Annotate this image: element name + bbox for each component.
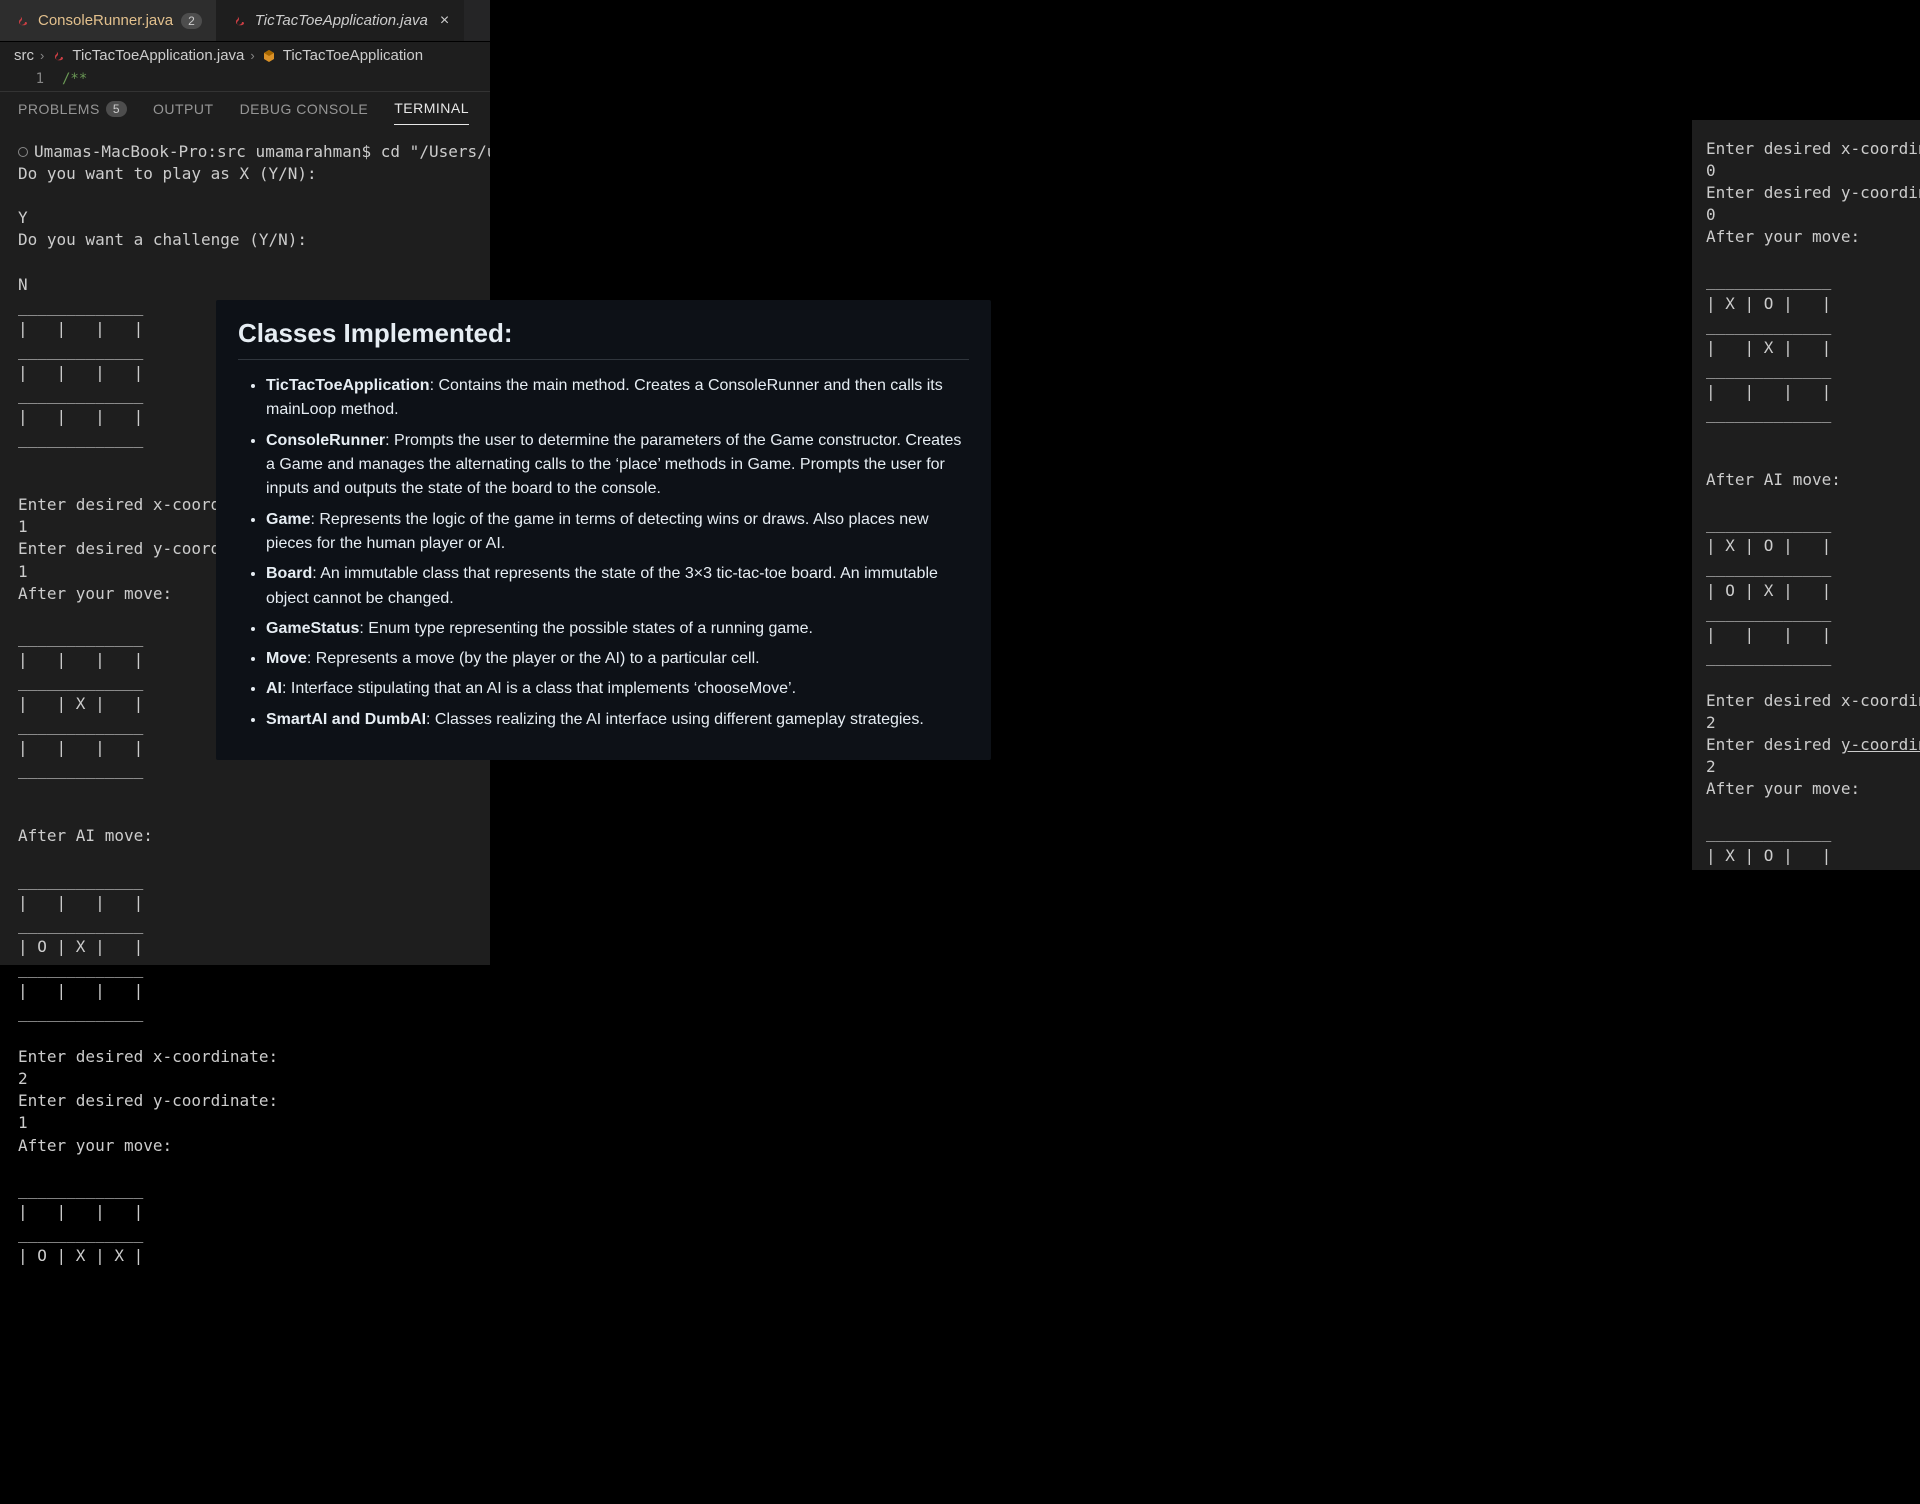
class-name: Board <box>266 565 312 582</box>
list-item: AI: Interface stipulating that an AI is … <box>266 677 969 701</box>
tab-tictactoeapp[interactable]: TicTacToeApplication.java × <box>217 0 464 41</box>
editor-line[interactable]: 1 /** <box>0 69 490 91</box>
breadcrumb-seg[interactable]: src <box>14 47 34 64</box>
class-name: Game <box>266 511 310 528</box>
java-file-icon <box>50 47 66 64</box>
list-item: Move: Represents a move (by the player o… <box>266 647 969 671</box>
prompt-status-icon <box>18 147 28 157</box>
tab-label: PROBLEMS <box>18 101 100 117</box>
problem-count-badge: 5 <box>106 101 127 117</box>
class-desc: : Interface stipulating that an AI is a … <box>282 680 796 697</box>
class-desc: : Enum type representing the possible st… <box>359 620 813 637</box>
terminal-text: 2 After your move: _____________ | X | O… <box>1706 757 1860 870</box>
class-name: GameStatus <box>266 620 359 637</box>
tab-problems[interactable]: PROBLEMS 5 <box>18 100 127 125</box>
list-item: ConsoleRunner: Prompts the user to deter… <box>266 429 969 502</box>
chevron-right-icon: › <box>40 48 44 63</box>
breadcrumb[interactable]: src › TicTacToeApplication.java › TicTac… <box>0 42 490 69</box>
class-name: ConsoleRunner <box>266 432 385 449</box>
classes-list: TicTacToeApplication: Contains the main … <box>238 374 969 732</box>
class-name: TicTacToeApplication <box>266 377 430 394</box>
list-item: GameStatus: Enum type representing the p… <box>266 617 969 641</box>
breadcrumb-seg[interactable]: TicTacToeApplication <box>283 47 423 64</box>
class-name: AI <box>266 680 282 697</box>
class-desc: : Represents a move (by the player or th… <box>307 650 760 667</box>
list-item: Game: Represents the logic of the game i… <box>266 508 969 557</box>
editor-tab-bar: ConsoleRunner.java 2 TicTacToeApplicatio… <box>0 0 490 42</box>
tab-output[interactable]: OUTPUT <box>153 100 214 125</box>
tab-badge: 2 <box>181 13 202 29</box>
list-item: TicTacToeApplication: Contains the main … <box>266 374 969 423</box>
classes-heading: Classes Implemented: <box>238 318 969 360</box>
class-desc: : Represents the logic of the game in te… <box>266 511 929 552</box>
terminal-text-underline: y-coordina <box>1841 735 1920 754</box>
java-file-icon <box>231 13 247 29</box>
tab-label: TERMINAL <box>394 100 469 116</box>
tab-label: TicTacToeApplication.java <box>255 12 428 29</box>
close-icon[interactable]: × <box>440 12 449 30</box>
class-name: SmartAI and DumbAI <box>266 711 426 728</box>
code-content: /** <box>62 71 87 87</box>
class-symbol-icon <box>261 47 277 64</box>
tab-terminal[interactable]: TERMINAL <box>394 100 469 125</box>
class-name: Move <box>266 650 307 667</box>
panel-tab-bar: PROBLEMS 5 OUTPUT DEBUG CONSOLE TERMINAL <box>0 91 490 125</box>
tab-label: DEBUG CONSOLE <box>240 101 369 117</box>
line-number: 1 <box>0 71 62 87</box>
tab-consolerunner[interactable]: ConsoleRunner.java 2 <box>0 0 217 41</box>
tab-label: ConsoleRunner.java <box>38 12 173 29</box>
java-file-icon <box>14 13 30 29</box>
class-desc: : Classes realizing the AI interface usi… <box>426 711 924 728</box>
class-desc: : An immutable class that represents the… <box>266 565 938 606</box>
terminal-output-right[interactable]: Enter desired x-coordina 0 Enter desired… <box>1692 120 1920 870</box>
list-item: SmartAI and DumbAI: Classes realizing th… <box>266 708 969 732</box>
tab-debug-console[interactable]: DEBUG CONSOLE <box>240 100 369 125</box>
chevron-right-icon: › <box>250 48 254 63</box>
classes-implemented-panel: Classes Implemented: TicTacToeApplicatio… <box>216 300 991 760</box>
breadcrumb-seg[interactable]: TicTacToeApplication.java <box>72 47 244 64</box>
list-item: Board: An immutable class that represent… <box>266 562 969 611</box>
tab-label: OUTPUT <box>153 101 214 117</box>
terminal-text: Enter desired x-coordina 0 Enter desired… <box>1706 139 1920 754</box>
